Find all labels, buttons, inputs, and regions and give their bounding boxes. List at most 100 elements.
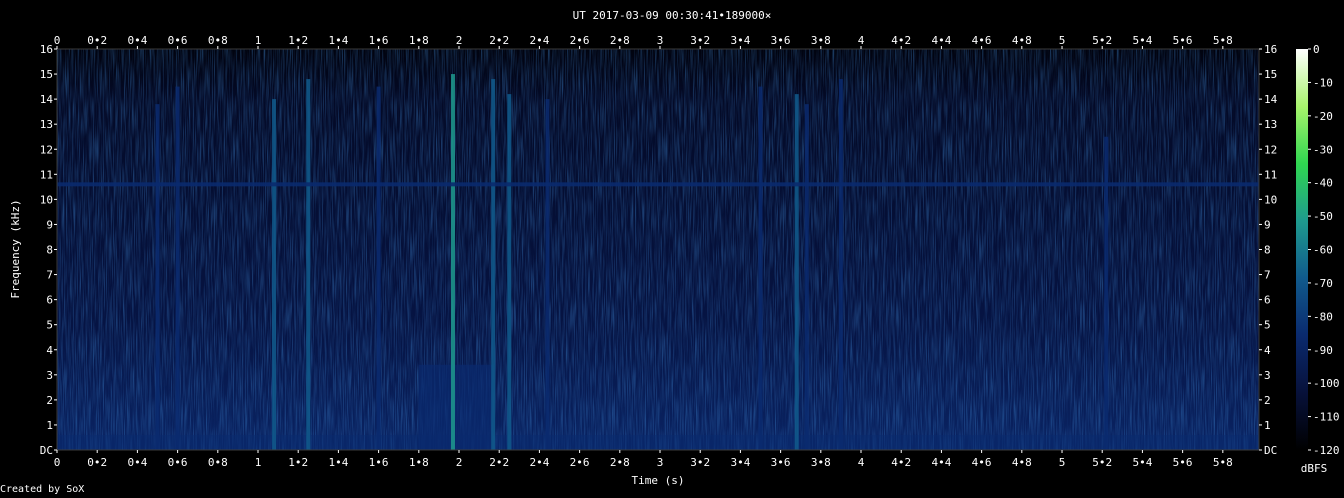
x-tick-label: 1•2 — [288, 456, 308, 469]
plot-noise-texture — [57, 49, 1259, 450]
y-tick-label-right: 1 — [1264, 419, 1271, 432]
y-tick-label-right: 5 — [1264, 319, 1271, 332]
colorbar-tick-label: -90 — [1313, 344, 1333, 357]
credit-text: Created by SoX — [0, 484, 85, 495]
x-tick-label: 2 — [456, 456, 463, 469]
transient-streak — [758, 86, 763, 450]
plot-area — [57, 49, 1259, 451]
x-tick-label: 0•4 — [127, 456, 147, 469]
y-tick-label: 7 — [46, 269, 53, 282]
x-tick-label: 3•2 — [690, 456, 710, 469]
y-tick-label-right: 4 — [1264, 344, 1271, 357]
y-tick-label: 16 — [40, 43, 53, 56]
y-tick-label-right: 11 — [1264, 168, 1277, 181]
x-tick-label: 1 — [255, 456, 262, 469]
transient-streak — [545, 99, 550, 450]
y-tick-label: 4 — [46, 344, 53, 357]
y-tick-label-right: 6 — [1264, 294, 1271, 307]
x-tick-label-top: 1 — [255, 34, 262, 47]
colorbar-label: dBFS — [1301, 462, 1328, 475]
colorbar-tick-label: -110 — [1313, 411, 1340, 424]
colorbar: 0 -10 -20 -30 -40 -50 -60 -70 -80 -90 -100 -110 -120… — [1296, 43, 1340, 475]
transient-streak — [306, 79, 311, 450]
chart-title: UT 2017-03-09 00:30:41•189000× — [573, 9, 772, 22]
transient-streak — [450, 74, 455, 450]
x-tick-label-top: 2•8 — [610, 34, 630, 47]
y-tick-label-right: 12 — [1264, 143, 1277, 156]
x-tick-label: 5 — [1059, 456, 1066, 469]
spectrogram-chart: UT 2017-03-09 00:30:41•189000× 0 0 0•2 0•2 0… — [9, 9, 1340, 487]
x-tick-label-top: 1•8 — [409, 34, 429, 47]
y-tick-label: 3 — [46, 369, 53, 382]
y-tick-label: 15 — [40, 68, 53, 81]
y-tick-label: 11 — [40, 168, 53, 181]
x-tick-label-top: 5•2 — [1092, 34, 1112, 47]
y-tick-label: 9 — [46, 218, 53, 231]
y-tick-label-right: 7 — [1264, 269, 1271, 282]
y-axis-label: Frequency (kHz) — [9, 199, 22, 298]
x-tick-label: 1•6 — [369, 456, 389, 469]
y-tick-label: 5 — [46, 319, 53, 332]
colorbar-tick-label: -20 — [1313, 110, 1333, 123]
y-tick-label-right: 2 — [1264, 394, 1271, 407]
x-tick-label-top: 1•6 — [369, 34, 389, 47]
x-tick-label: 2•8 — [610, 456, 630, 469]
x-tick-label-top: 3•8 — [811, 34, 831, 47]
x-tick-label: 1•8 — [409, 456, 429, 469]
x-tick-label-top: 0•2 — [87, 34, 107, 47]
x-tick-label-top: 4 — [858, 34, 865, 47]
x-tick-label-top: 5•4 — [1132, 34, 1152, 47]
x-tick-label: 0•8 — [208, 456, 228, 469]
colorbar-tick-label: -120 — [1313, 444, 1340, 457]
colorbar-tick-label: 0 — [1313, 43, 1320, 56]
transient-streak — [804, 104, 809, 450]
x-tick-label: 2•4 — [529, 456, 549, 469]
x-tick-label-top: 0•8 — [208, 34, 228, 47]
x-tick-label: 5•2 — [1092, 456, 1112, 469]
x-tick-label: 1•4 — [328, 456, 348, 469]
transient-streak — [838, 79, 843, 450]
transient-streak — [376, 86, 381, 450]
x-tick-label: 4•2 — [891, 456, 911, 469]
x-tick-label: 4 — [858, 456, 865, 469]
tone-line — [57, 182, 1259, 187]
y-tick-label-right: DC — [1264, 444, 1277, 457]
x-tick-label-top: 4•4 — [931, 34, 951, 47]
x-tick-label-top: 1•2 — [288, 34, 308, 47]
y-tick-label-right: 8 — [1264, 244, 1271, 257]
x-tick-label-top: 4•2 — [891, 34, 911, 47]
burst-region — [418, 364, 494, 450]
x-tick-label: 4•8 — [1012, 456, 1032, 469]
x-tick-label-top: 3•6 — [771, 34, 791, 47]
x-tick-label-top: 2•4 — [529, 34, 549, 47]
x-tick-label-top: 0•4 — [127, 34, 147, 47]
y-tick-label: 8 — [46, 244, 53, 257]
y-tick-label: 14 — [40, 93, 54, 106]
y-tick-label-right: 13 — [1264, 118, 1277, 131]
colorbar-tick-label: -10 — [1313, 76, 1333, 89]
low-frequency-band — [57, 434, 1259, 450]
x-tick-label-top: 0 — [54, 34, 61, 47]
x-tick-label: 2•6 — [570, 456, 590, 469]
x-tick-label: 5•6 — [1173, 456, 1193, 469]
x-tick-label-top: 0•6 — [168, 34, 188, 47]
x-tick-label: 3 — [657, 456, 664, 469]
x-tick-label-top: 4•6 — [972, 34, 992, 47]
y-tick-label: DC — [40, 444, 53, 457]
y-tick-label-right: 10 — [1264, 193, 1277, 206]
x-tick-label: 4•4 — [931, 456, 951, 469]
x-tick-label: 3•6 — [771, 456, 791, 469]
transient-streak — [155, 104, 160, 450]
transient-streak — [491, 79, 496, 450]
x-tick-label-top: 3 — [657, 34, 664, 47]
x-tick-label-top: 2•6 — [570, 34, 590, 47]
y-tick-label-right: 3 — [1264, 369, 1271, 382]
y-tick-label: 12 — [40, 143, 53, 156]
x-tick-label: 0 — [54, 456, 61, 469]
colorbar-gradient — [1296, 49, 1308, 450]
x-tick-label-top: 3•4 — [730, 34, 750, 47]
colorbar-tick-label: -40 — [1313, 177, 1333, 190]
x-tick-label: 4•6 — [972, 456, 992, 469]
y-tick-label-right: 15 — [1264, 68, 1277, 81]
x-tick-label: 0•6 — [168, 456, 188, 469]
